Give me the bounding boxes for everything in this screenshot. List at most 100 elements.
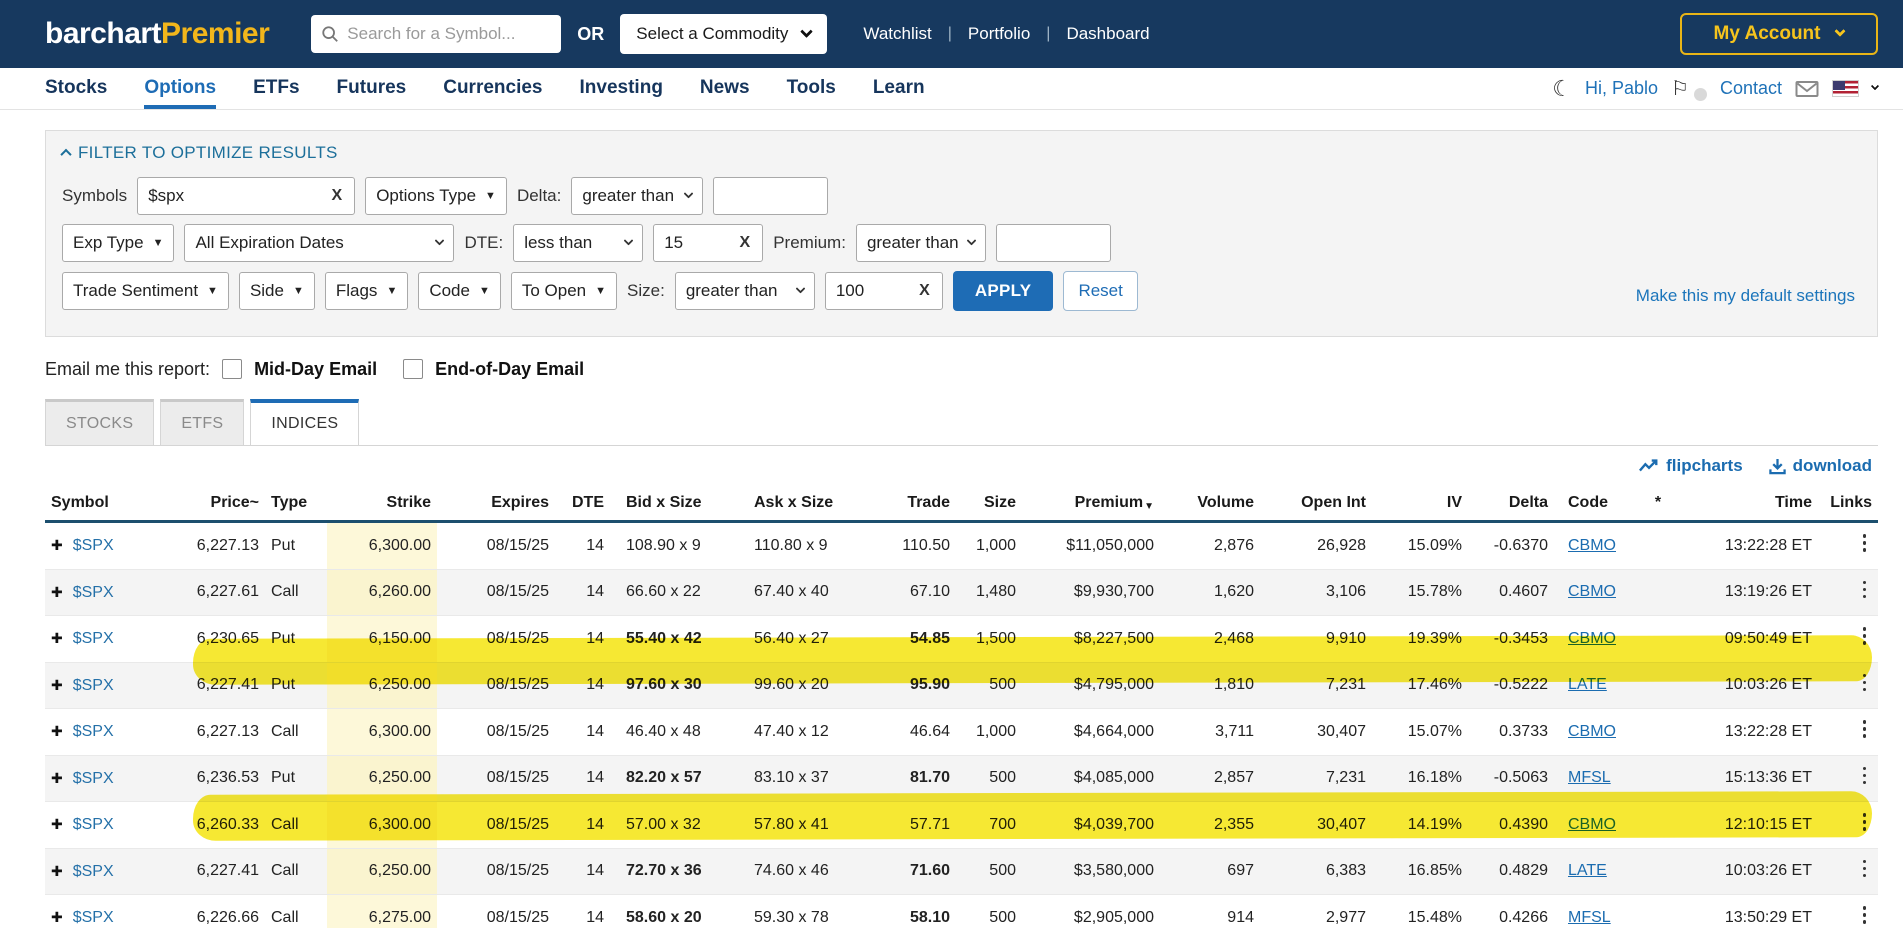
symbol-link[interactable]: $SPX <box>73 770 114 787</box>
code-link[interactable]: MFSL <box>1568 769 1611 786</box>
row-menu-kebab-icon[interactable] <box>1857 672 1873 694</box>
col-code[interactable]: Code <box>1554 486 1634 522</box>
symbol-link[interactable]: $SPX <box>73 630 114 647</box>
filter-panel-header[interactable]: FILTER TO OPTIMIZE RESULTS <box>62 143 1861 163</box>
premium-operator-select[interactable]: greater than <box>856 224 986 262</box>
to-open-dropdown[interactable]: To Open▼ <box>511 272 617 310</box>
code-link[interactable]: CBMO <box>1568 583 1616 600</box>
symbol-link[interactable]: $SPX <box>73 816 114 833</box>
dte-value-input[interactable] <box>664 233 737 253</box>
code-link[interactable]: LATE <box>1568 676 1607 693</box>
row-menu-kebab-icon[interactable] <box>1857 579 1873 601</box>
row-menu-kebab-icon[interactable] <box>1857 858 1873 880</box>
symbol-link[interactable]: $SPX <box>73 909 114 926</box>
nav-item-learn[interactable]: Learn <box>873 68 925 109</box>
code-link[interactable]: CBMO <box>1568 630 1616 647</box>
reset-button[interactable]: Reset <box>1063 271 1137 311</box>
expand-row-button[interactable]: ✚ <box>51 723 63 739</box>
language-us-flag-icon[interactable] <box>1832 80 1859 97</box>
exp-type-dropdown[interactable]: Exp Type▼ <box>62 224 174 262</box>
row-menu-kebab-icon[interactable] <box>1857 904 1873 926</box>
code-dropdown[interactable]: Code▼ <box>418 272 501 310</box>
code-link[interactable]: CBMO <box>1568 816 1616 833</box>
code-link[interactable]: CBMO <box>1568 723 1616 740</box>
symbols-input[interactable] <box>148 186 329 206</box>
tab-indices[interactable]: INDICES <box>250 399 359 445</box>
col-time[interactable]: Time <box>1682 486 1818 522</box>
col-star[interactable]: * <box>1634 486 1682 522</box>
symbol-link[interactable]: $SPX <box>73 537 114 554</box>
col-symbol[interactable]: Symbol <box>45 486 145 522</box>
dashboard-link[interactable]: Dashboard <box>1066 24 1149 44</box>
premium-value-input[interactable] <box>1007 233 1100 253</box>
size-value-field[interactable]: X <box>825 272 943 310</box>
col-trade[interactable]: Trade <box>864 486 956 522</box>
trade-sentiment-dropdown[interactable]: Trade Sentiment▼ <box>62 272 229 310</box>
nav-item-news[interactable]: News <box>700 68 750 109</box>
code-link[interactable]: LATE <box>1568 862 1607 879</box>
size-value-input[interactable] <box>836 281 917 301</box>
flipcharts-link[interactable]: flipcharts <box>1639 456 1743 476</box>
nav-item-futures[interactable]: Futures <box>337 68 407 109</box>
col-ask[interactable]: Ask x Size <box>738 486 864 522</box>
expand-row-button[interactable]: ✚ <box>51 770 63 786</box>
dte-operator-select[interactable]: less than <box>513 224 643 262</box>
expand-row-button[interactable]: ✚ <box>51 863 63 879</box>
endofday-email-checkbox[interactable] <box>403 359 423 379</box>
symbol-link[interactable]: $SPX <box>73 863 114 880</box>
col-volume[interactable]: Volume <box>1160 486 1260 522</box>
code-link[interactable]: MFSL <box>1568 909 1611 926</box>
portfolio-link[interactable]: Portfolio <box>968 24 1030 44</box>
tab-etfs[interactable]: ETFS <box>160 399 244 445</box>
col-delta[interactable]: Delta <box>1468 486 1554 522</box>
nav-item-stocks[interactable]: Stocks <box>45 68 107 109</box>
apply-button[interactable]: APPLY <box>953 271 1054 311</box>
symbol-link[interactable]: $SPX <box>73 584 114 601</box>
symbol-search-input[interactable] <box>347 24 551 44</box>
col-openint[interactable]: Open Int <box>1260 486 1372 522</box>
flags-dropdown[interactable]: Flags▼ <box>325 272 408 310</box>
code-link[interactable]: CBMO <box>1568 537 1616 554</box>
download-link[interactable]: download <box>1769 456 1872 476</box>
expand-row-button[interactable]: ✚ <box>51 677 63 693</box>
col-links[interactable]: Links <box>1818 486 1878 522</box>
side-dropdown[interactable]: Side▼ <box>239 272 315 310</box>
nav-item-etfs[interactable]: ETFs <box>253 68 299 109</box>
contact-link[interactable]: Contact <box>1720 78 1782 99</box>
row-menu-kebab-icon[interactable] <box>1857 765 1873 787</box>
symbol-link[interactable]: $SPX <box>73 677 114 694</box>
nav-item-options[interactable]: Options <box>144 68 216 109</box>
options-type-dropdown[interactable]: Options Type▼ <box>365 177 507 215</box>
col-premium[interactable]: Premium▼ <box>1022 486 1160 522</box>
row-menu-kebab-icon[interactable] <box>1857 625 1873 647</box>
col-strike[interactable]: Strike <box>327 486 437 522</box>
nav-item-investing[interactable]: Investing <box>580 68 663 109</box>
expand-row-button[interactable]: ✚ <box>51 630 63 646</box>
select-commodity-dropdown[interactable]: Select a Commodity <box>620 14 827 54</box>
nav-item-tools[interactable]: Tools <box>787 68 836 109</box>
symbols-field[interactable]: X <box>137 177 355 215</box>
tab-stocks[interactable]: STOCKS <box>45 399 154 445</box>
col-expires[interactable]: Expires <box>437 486 555 522</box>
row-menu-kebab-icon[interactable] <box>1857 811 1873 833</box>
row-menu-kebab-icon[interactable] <box>1857 532 1873 554</box>
dark-mode-moon-icon[interactable]: ☾ <box>1552 78 1572 100</box>
premium-value-field[interactable] <box>996 224 1111 262</box>
col-price[interactable]: Price~ <box>145 486 265 522</box>
clear-size-icon[interactable]: X <box>917 282 932 300</box>
expand-row-button[interactable]: ✚ <box>51 909 63 925</box>
expand-row-button[interactable]: ✚ <box>51 537 63 553</box>
row-menu-kebab-icon[interactable] <box>1857 718 1873 740</box>
col-bid[interactable]: Bid x Size <box>610 486 738 522</box>
my-account-button[interactable]: My Account <box>1680 13 1878 55</box>
symbol-search-box[interactable] <box>311 15 561 53</box>
chevron-down-icon[interactable] <box>1871 81 1879 89</box>
make-default-settings-link[interactable]: Make this my default settings <box>1636 286 1855 306</box>
col-dte[interactable]: DTE <box>555 486 610 522</box>
col-size[interactable]: Size <box>956 486 1022 522</box>
size-operator-select[interactable]: greater than <box>675 272 815 310</box>
expand-row-button[interactable]: ✚ <box>51 584 63 600</box>
clear-symbols-icon[interactable]: X <box>330 187 345 205</box>
delta-value-input[interactable] <box>724 186 817 206</box>
user-greeting[interactable]: Hi, Pablo <box>1585 78 1658 99</box>
